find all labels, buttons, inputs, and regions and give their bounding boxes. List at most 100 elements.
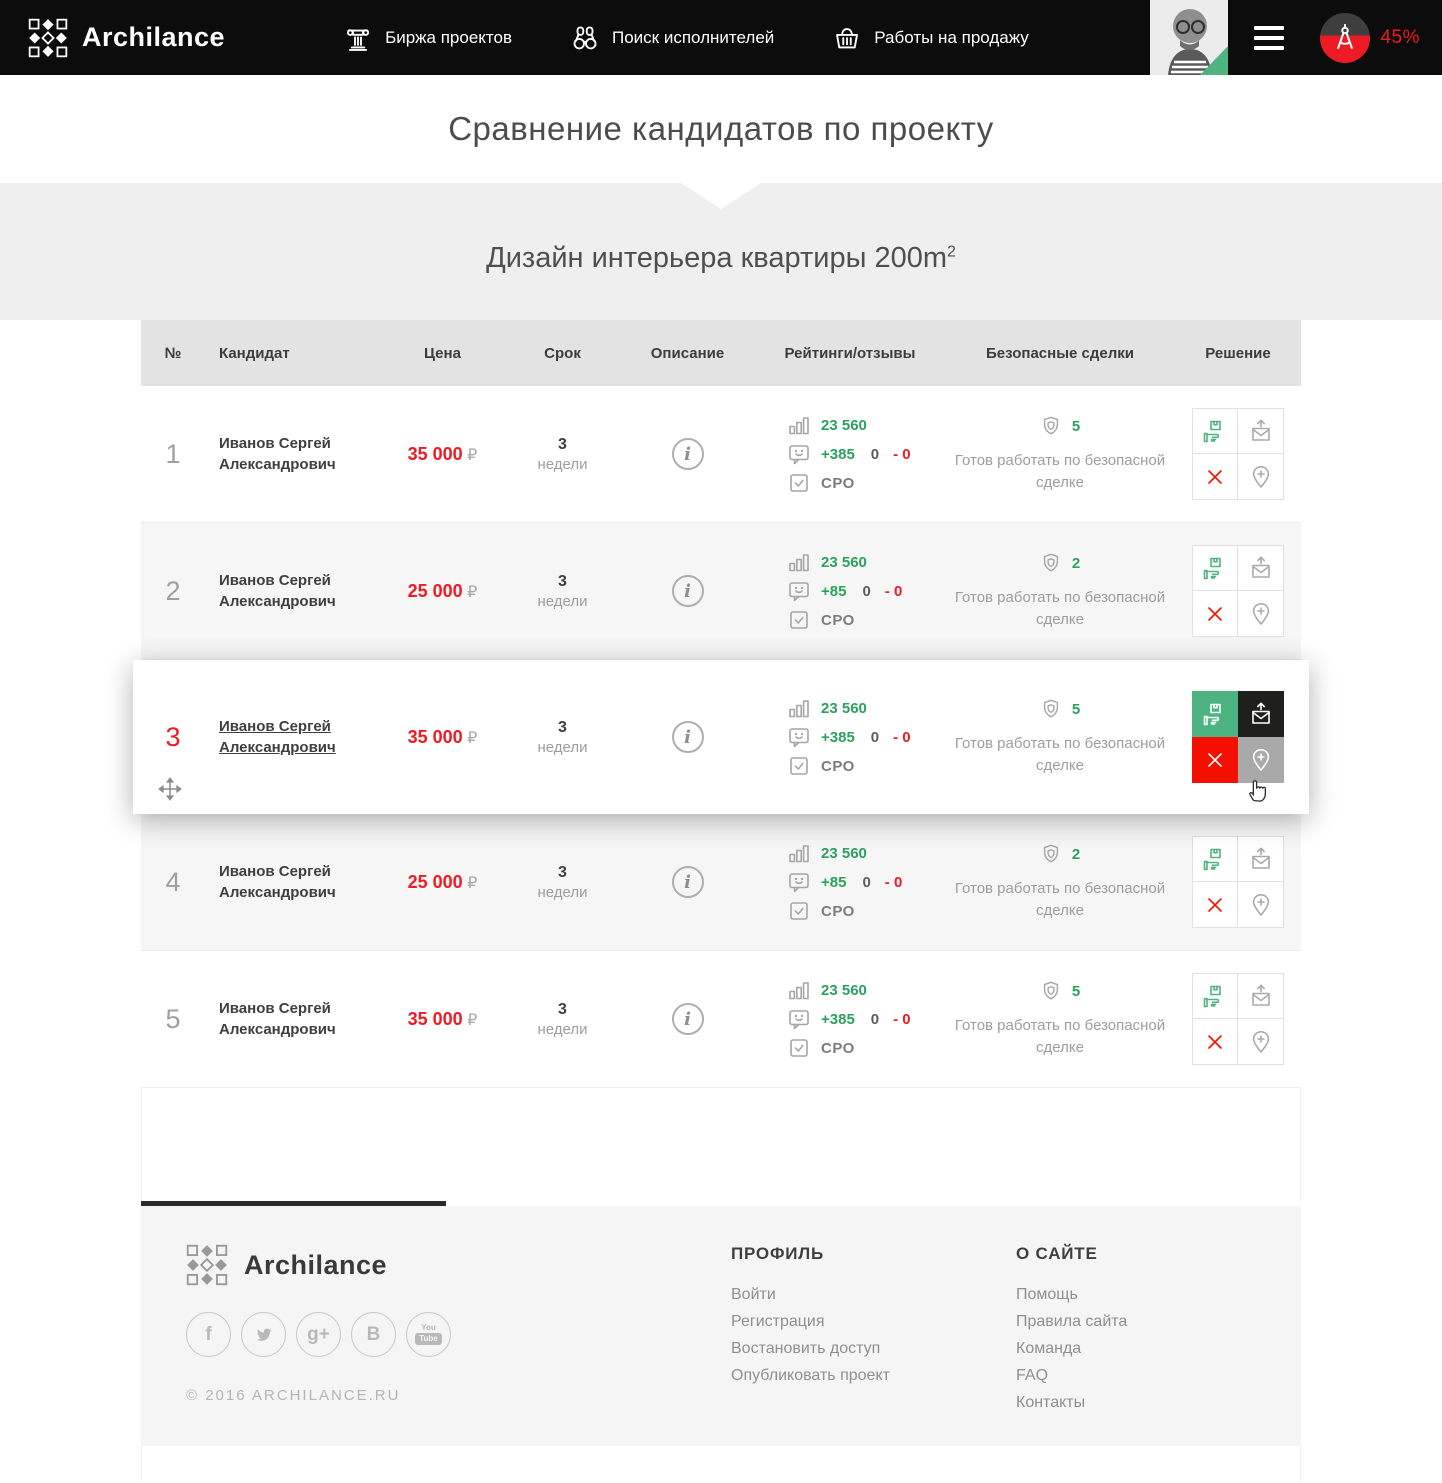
twitter-icon[interactable] (241, 1312, 286, 1357)
candidate-name-link[interactable]: Иванов Сергей Александрович (219, 1000, 336, 1038)
safe-deals-block: 2 Готов работать по безопасной сделке (945, 551, 1175, 631)
facebook-icon[interactable]: f (186, 1312, 231, 1357)
footer-link-help[interactable]: Помощь (1016, 1286, 1127, 1304)
description-info-icon[interactable]: i (672, 438, 704, 470)
ratings-block: 23 560 +385 0 - 0 (755, 691, 945, 783)
send-message-icon (1248, 846, 1274, 872)
send-message-button[interactable] (1238, 691, 1284, 737)
views-rating-line: 23 560 (755, 696, 945, 720)
youtube-text-bottom: Tube (415, 1333, 442, 1345)
footer-link-faq[interactable]: FAQ (1016, 1367, 1127, 1385)
reject-icon (1202, 1029, 1228, 1055)
reviews-rating-line: +85 0 - 0 (755, 579, 945, 603)
send-message-icon (1248, 701, 1274, 727)
footer-link-restore-access[interactable]: Востановить доступ (731, 1340, 1016, 1358)
profile-completion-gauge[interactable] (1320, 13, 1370, 63)
send-message-button[interactable] (1238, 408, 1284, 454)
footer-column-about: О САЙТЕ Помощь Правила сайта Команда FAQ… (1016, 1244, 1127, 1421)
add-location-icon (1248, 464, 1274, 490)
binoculars-icon (570, 23, 600, 53)
candidate-name-link[interactable]: Иванов Сергей Александрович (219, 572, 336, 610)
description-info-icon[interactable]: i (672, 575, 704, 607)
assign-project-button[interactable] (1192, 691, 1238, 737)
youtube-icon[interactable]: You Tube (406, 1312, 451, 1357)
reject-candidate-button[interactable] (1192, 882, 1238, 928)
header-right-cluster: 45% (1150, 0, 1442, 75)
safe-deal-text: Готов работать по безопасной сделке (945, 1015, 1175, 1059)
add-location-button[interactable] (1238, 882, 1284, 928)
reject-candidate-button[interactable] (1192, 454, 1238, 500)
reject-icon (1202, 892, 1228, 918)
candidate-name-link[interactable]: Иванов Сергей Александрович (219, 435, 336, 473)
decision-block (1175, 691, 1301, 783)
reject-candidate-button[interactable] (1192, 591, 1238, 637)
sro-line: СРО (755, 754, 945, 778)
price-value: 35 000 (408, 727, 463, 747)
bar-chart-icon (787, 413, 811, 437)
term-value: 3 (505, 1001, 620, 1019)
send-message-button[interactable] (1238, 836, 1284, 882)
facebook-glyph: f (205, 1324, 211, 1346)
nav-item-works-for-sale[interactable]: Работы на продажу (832, 23, 1029, 53)
add-location-button[interactable] (1238, 454, 1284, 500)
info-glyph: i (684, 581, 691, 602)
sro-line: СРО (755, 608, 945, 632)
views-rating-line: 23 560 (755, 841, 945, 865)
sro-label: СРО (821, 612, 855, 629)
decision-block (1175, 408, 1301, 500)
term-unit: недели (505, 456, 620, 473)
reviews-rating-line: +385 0 - 0 (755, 725, 945, 749)
safe-deal-text: Готов работать по безопасной сделке (945, 587, 1175, 631)
user-avatar[interactable] (1150, 0, 1228, 75)
reviews-neutral: 0 (871, 446, 879, 463)
google-plus-icon[interactable]: g+ (296, 1312, 341, 1357)
footer-link-register[interactable]: Регистрация (731, 1313, 1016, 1331)
assign-project-icon (1202, 983, 1228, 1009)
price-value: 25 000 (408, 872, 463, 892)
send-message-button[interactable] (1238, 973, 1284, 1019)
assign-project-button[interactable] (1192, 545, 1238, 591)
nav-item-find-performers[interactable]: Поиск исполнителей (570, 23, 774, 53)
feedback-bubble-icon (787, 725, 811, 749)
assign-project-button[interactable] (1192, 836, 1238, 882)
assign-project-button[interactable] (1192, 408, 1238, 454)
send-message-button[interactable] (1238, 545, 1284, 591)
footer-link-publish-project[interactable]: Опубликовать проект (731, 1367, 1016, 1385)
reviews-neutral: 0 (862, 583, 870, 600)
row-number: 1 (165, 439, 180, 469)
description-info-icon[interactable]: i (672, 721, 704, 753)
google-plus-glyph: g+ (307, 1324, 330, 1346)
reject-candidate-button[interactable] (1192, 1019, 1238, 1065)
archilance-footer-logo-icon (186, 1244, 228, 1286)
candidate-row: 3 Иванов Сергей Александрович 35 000 ₽ 3… (133, 660, 1309, 814)
description-info-icon[interactable]: i (672, 866, 704, 898)
add-location-button[interactable] (1238, 737, 1284, 783)
footer-link-site-rules[interactable]: Правила сайта (1016, 1313, 1127, 1331)
footer-brand[interactable]: Archilance (186, 1244, 731, 1286)
candidate-name-link[interactable]: Иванов Сергей Александрович (219, 863, 336, 901)
footer-column-title: ПРОФИЛЬ (731, 1244, 1016, 1264)
footer-link-team[interactable]: Команда (1016, 1340, 1127, 1358)
views-rating-line: 23 560 (755, 550, 945, 574)
reviews-neutral: 0 (871, 729, 879, 746)
nav-item-projects-exchange[interactable]: Биржа проектов (343, 23, 512, 53)
drag-row-handle[interactable] (157, 776, 183, 802)
assign-project-button[interactable] (1192, 973, 1238, 1019)
footer-link-contacts[interactable]: Контакты (1016, 1394, 1127, 1412)
reviews-rating-line: +385 0 - 0 (755, 1007, 945, 1031)
add-location-button[interactable] (1238, 591, 1284, 637)
info-glyph: i (684, 1009, 691, 1030)
menu-hamburger-icon[interactable] (1254, 26, 1284, 50)
add-location-icon (1248, 601, 1274, 627)
footer-link-login[interactable]: Войти (731, 1286, 1016, 1304)
sro-label: СРО (821, 1040, 855, 1057)
description-info-icon[interactable]: i (672, 1003, 704, 1035)
candidate-name-link[interactable]: Иванов Сергей Александрович (219, 718, 336, 756)
brand-logo-link[interactable]: Archilance (28, 18, 225, 58)
vk-icon[interactable]: В (351, 1312, 396, 1357)
checkbox-icon (787, 1036, 811, 1060)
term-unit: недели (505, 1021, 620, 1038)
candidate-row: 4 Иванов Сергей Александрович 25 000 ₽ 3… (141, 814, 1301, 951)
add-location-button[interactable] (1238, 1019, 1284, 1065)
reject-candidate-button[interactable] (1192, 737, 1238, 783)
